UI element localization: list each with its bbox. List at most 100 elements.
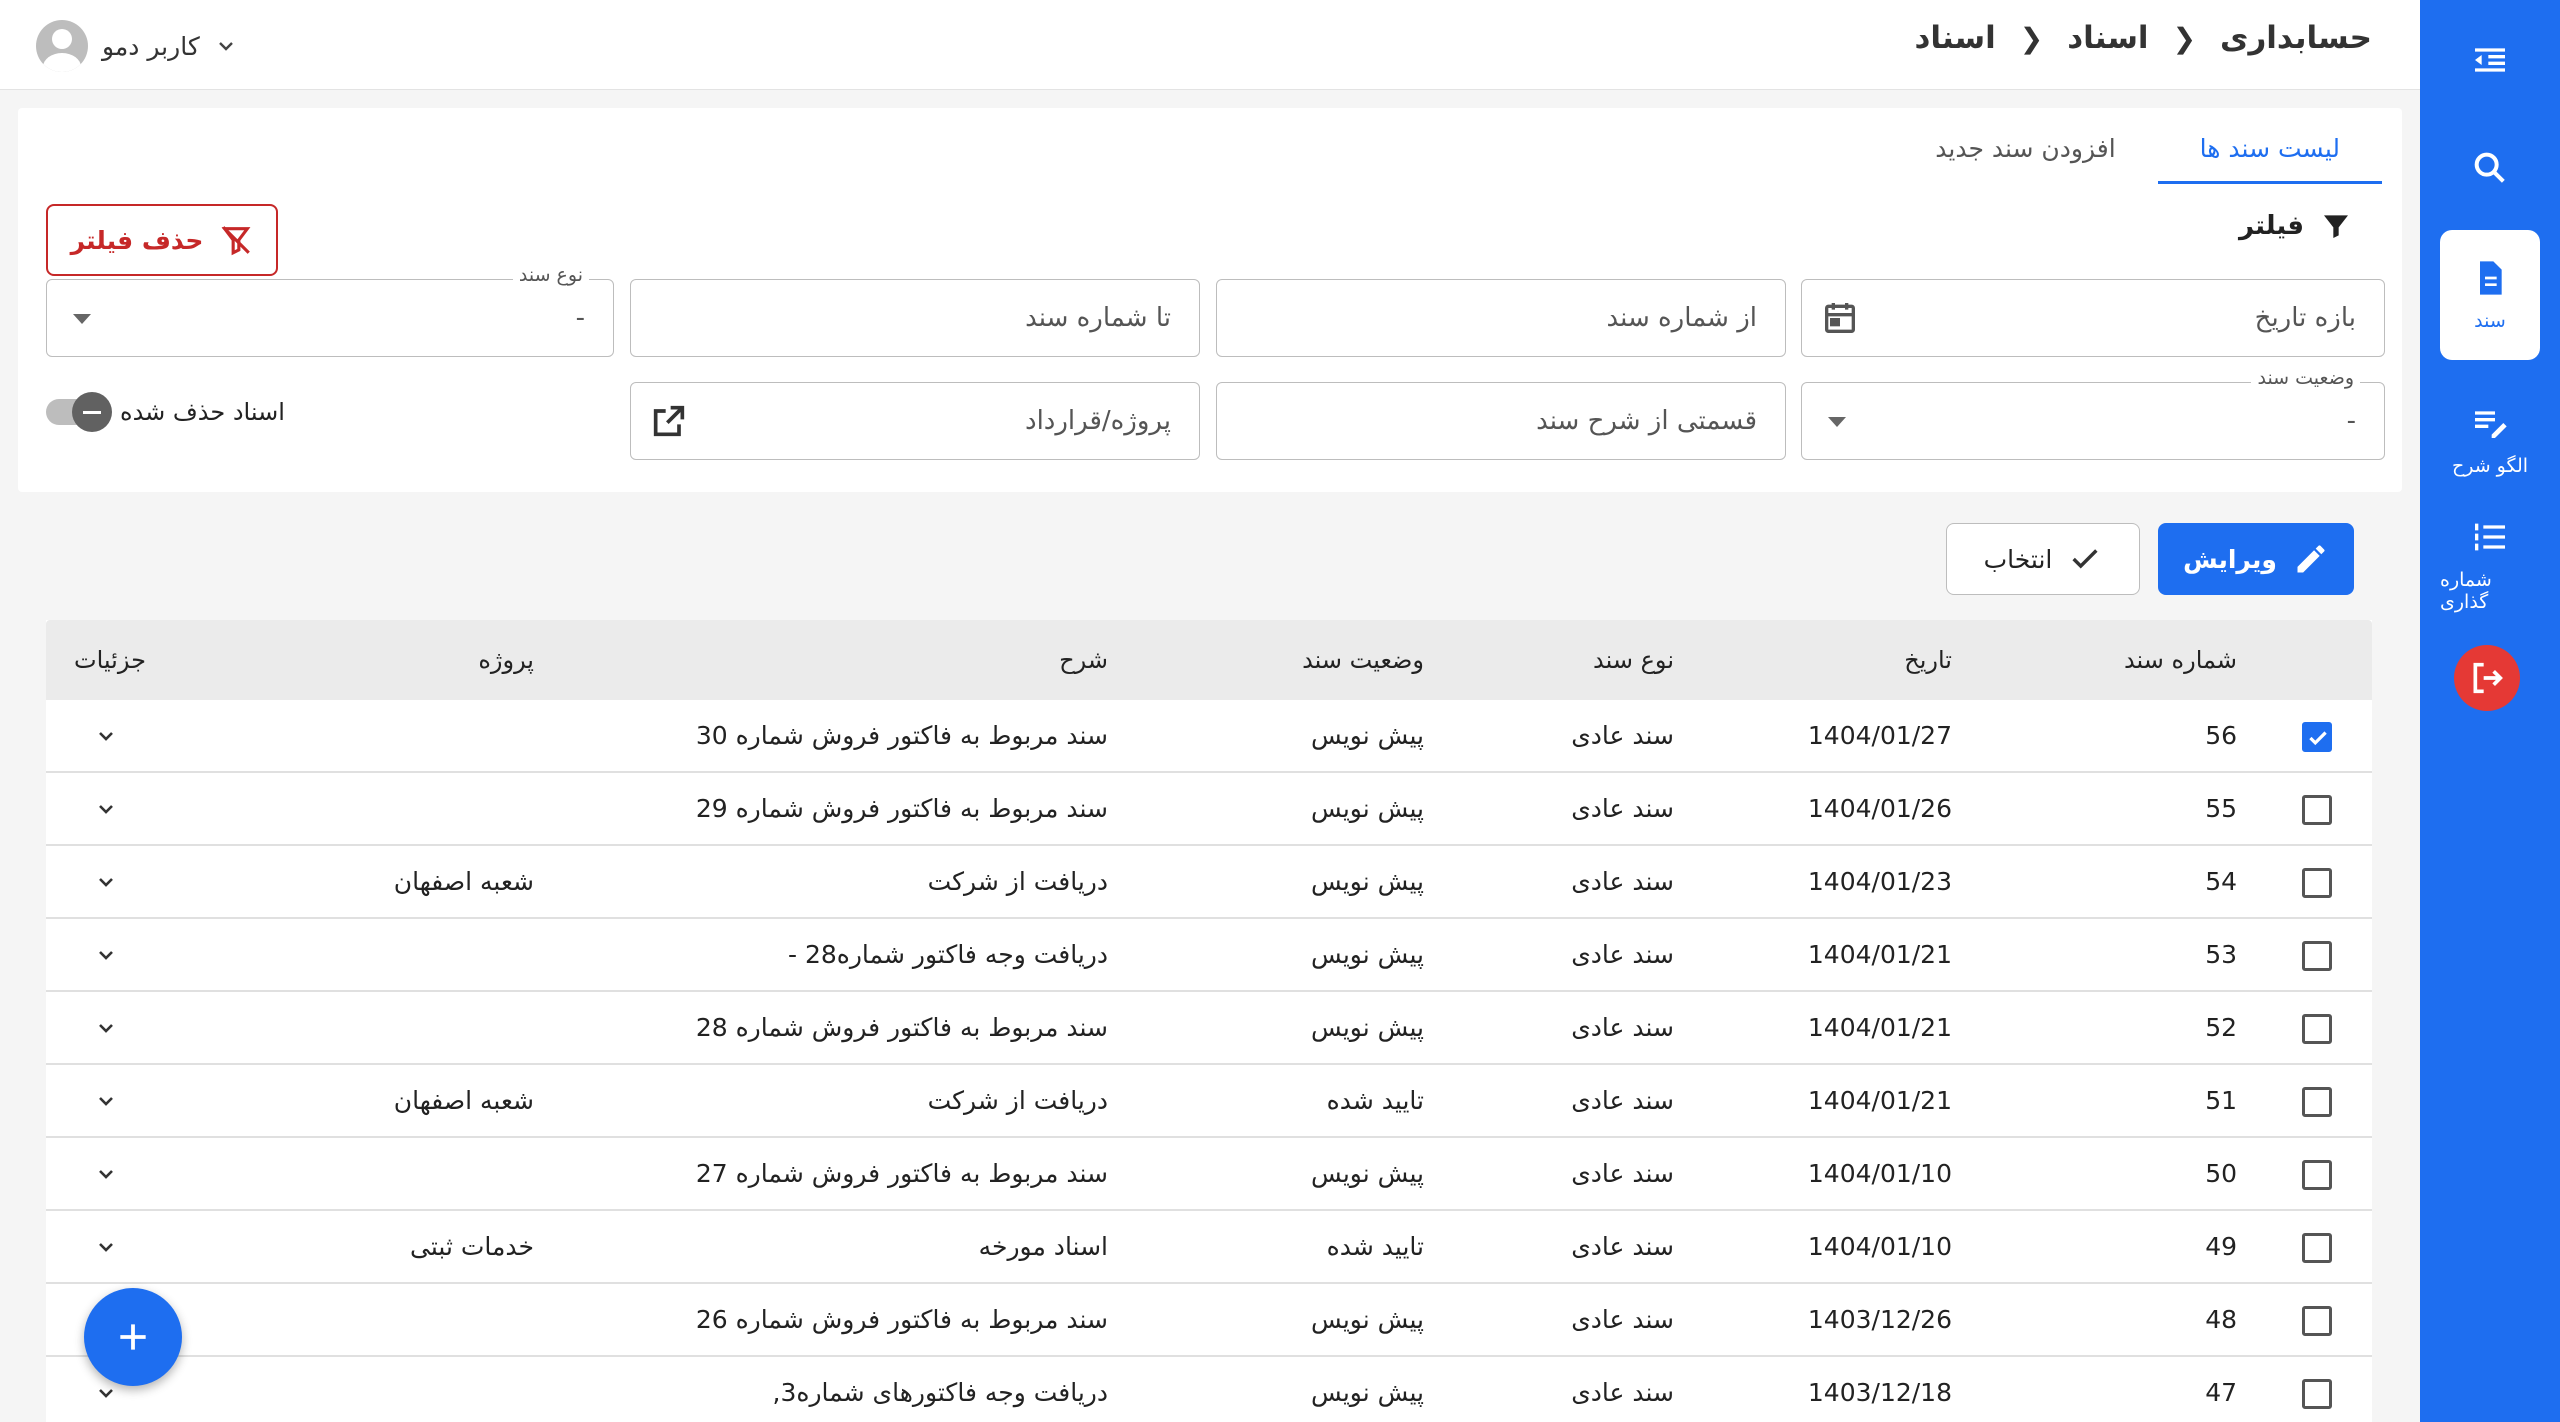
add-document-fab[interactable] [84, 1288, 182, 1386]
open-in-new-icon[interactable] [649, 401, 689, 441]
filter-title: فیلتر [2239, 210, 2352, 242]
column-header-status[interactable]: وضعیت سند [1302, 620, 1424, 700]
expand-row-button[interactable] [94, 724, 118, 748]
expand-row-button[interactable] [94, 943, 118, 967]
row-checkbox[interactable] [2302, 1306, 2332, 1336]
row-checkbox[interactable] [2302, 868, 2332, 898]
user-menu[interactable]: کاربر دمو [36, 20, 238, 72]
cell-type: سند عادی [1571, 721, 1674, 750]
table-row[interactable]: 50 1404/01/10 سند عادی پیش نویس سند مربوط به… [46, 1138, 2372, 1211]
column-header-number[interactable]: شماره سند [2124, 620, 2237, 700]
sidebar-item-label: شماره گذاری [2440, 569, 2492, 613]
sidebar-item-label: سند [2474, 310, 2506, 332]
cell-number: 56 [2205, 721, 2237, 750]
table-row[interactable]: 53 1404/01/21 سند عادی پیش نویس دریافت وجه ف… [46, 919, 2372, 992]
column-header-details: جزئیات [74, 646, 146, 674]
cell-date: 1404/01/27 [1807, 721, 1952, 750]
edit-button[interactable]: ویرایش [2158, 523, 2354, 595]
expand-row-button[interactable] [94, 1162, 118, 1186]
table-row[interactable]: 47 1403/12/18 سند عادی پیش نویس دریافت وجه ف… [46, 1357, 2372, 1422]
chevron-down-icon [99, 1024, 113, 1033]
expand-row-button[interactable] [94, 1381, 118, 1405]
table-body: 56 1404/01/27 سند عادی پیش نویس سند مربوط به… [46, 700, 2372, 1422]
status-label: وضعیت سند [2251, 367, 2360, 389]
breadcrumb: حسابداری ❮ اسناد ❮ اسناد [1914, 20, 2372, 56]
expand-row-button[interactable] [94, 797, 118, 821]
breadcrumb-item[interactable]: اسناد [2067, 20, 2148, 56]
cell-date: 1404/01/10 [1807, 1232, 1952, 1261]
column-header-description[interactable]: شرح [1059, 620, 1108, 700]
chevron-down-icon [99, 1170, 113, 1179]
expand-row-button[interactable] [94, 870, 118, 894]
check-icon [2309, 731, 2327, 746]
expand-row-button[interactable] [94, 1016, 118, 1040]
cell-status: پیش نویس [1310, 1013, 1424, 1042]
row-checkbox[interactable] [2302, 1087, 2332, 1117]
expand-row-button[interactable] [94, 1235, 118, 1259]
table-row[interactable]: 48 1403/12/26 سند عادی پیش نویس سند مربوط به… [46, 1284, 2372, 1357]
breadcrumb-item: اسناد [1914, 20, 1996, 56]
row-checkbox[interactable] [2302, 1379, 2332, 1409]
clear-filter-button[interactable]: حذف فیلتر [46, 204, 278, 276]
tab-add-document[interactable]: افزودن سند جدید [1893, 120, 2157, 184]
cell-status: پیش نویس [1310, 867, 1424, 896]
cell-number: 51 [2205, 1086, 2237, 1115]
chevron-down-icon [99, 805, 113, 814]
sidebar-item-numbering[interactable]: شماره گذاری [2440, 515, 2540, 615]
cell-description: دریافت وجه فاکتور شماره28 - [787, 940, 1108, 969]
tab-document-list[interactable]: لیست سند ها [2157, 120, 2382, 184]
to-number-placeholder: تا شماره سند [1025, 303, 1171, 333]
row-checkbox[interactable] [2302, 1233, 2332, 1263]
table-row[interactable]: 56 1404/01/27 سند عادی پیش نویس سند مربوط به… [46, 700, 2372, 773]
date-range-field[interactable]: بازه تاریخ [1801, 279, 2385, 357]
table-row[interactable]: 52 1404/01/21 سند عادی پیش نویس سند مربوط به… [46, 992, 2372, 1065]
sidebar-item-document[interactable]: سند [2440, 230, 2540, 360]
column-header-date[interactable]: تاریخ [1904, 620, 1952, 700]
plus-icon [120, 1324, 146, 1350]
doc-type-select[interactable]: نوع سند - [46, 264, 614, 357]
expand-row-button[interactable] [94, 1089, 118, 1113]
description-search-field[interactable]: قسمتی از شرح سند [1216, 382, 1786, 460]
cell-description: اسناد مورخه [978, 1232, 1108, 1261]
status-select[interactable]: وضعیت سند - [1801, 367, 2385, 460]
filter-title-label: فیلتر [2238, 211, 2304, 241]
row-checkbox[interactable] [2302, 1160, 2332, 1190]
menu-collapse-button[interactable] [2440, 30, 2540, 90]
table-row[interactable]: 54 1404/01/23 سند عادی پیش نویس دریافت از شر… [46, 846, 2372, 919]
row-checkbox[interactable] [2302, 941, 2332, 971]
row-checkbox[interactable] [2302, 795, 2332, 825]
project-field[interactable]: پروژه/قرارداد [630, 382, 1200, 460]
to-number-field[interactable]: تا شماره سند [630, 279, 1200, 357]
cell-number: 48 [2205, 1305, 2237, 1334]
column-header-project[interactable]: پروژه [478, 620, 534, 700]
chevron-left-icon: ❮ [2019, 21, 2044, 55]
cell-date: 1404/01/21 [1807, 940, 1952, 969]
from-number-field[interactable]: از شماره سند [1216, 279, 1786, 357]
column-header-type[interactable]: نوع سند [1593, 620, 1674, 700]
row-checkbox[interactable] [2302, 1014, 2332, 1044]
calendar-icon[interactable] [1820, 298, 1860, 338]
sidebar-item-description-template[interactable]: الگو شرح [2440, 385, 2540, 495]
chevron-down-icon [99, 878, 113, 887]
cell-date: 1404/01/10 [1807, 1159, 1952, 1188]
cell-date: 1403/12/18 [1807, 1378, 1952, 1407]
select-button[interactable]: انتخاب [1946, 523, 2140, 595]
breadcrumb-item[interactable]: حسابداری [2220, 20, 2372, 56]
table-row[interactable]: 55 1404/01/26 سند عادی پیش نویس سند مربوط به… [46, 773, 2372, 846]
logout-button[interactable] [2454, 645, 2520, 711]
doc-type-label: نوع سند [512, 264, 589, 286]
search-button[interactable] [2440, 138, 2540, 198]
table-row[interactable]: 49 1404/01/10 سند عادی تایید شده اسناد مورخه… [46, 1211, 2372, 1284]
row-checkbox[interactable] [2302, 722, 2332, 752]
menu-collapse-icon [2475, 48, 2505, 72]
cell-number: 55 [2205, 794, 2237, 823]
cell-date: 1404/01/23 [1807, 867, 1952, 896]
cell-number: 52 [2205, 1013, 2237, 1042]
edit-label: ویرایش [2183, 544, 2277, 574]
cell-status: پیش نویس [1310, 1305, 1424, 1334]
cell-type: سند عادی [1571, 867, 1674, 896]
cell-description: سند مربوط به فاکتور فروش شماره 27 [695, 1159, 1108, 1188]
deleted-docs-toggle[interactable] [46, 392, 112, 432]
chevron-down-icon [99, 951, 113, 960]
table-row[interactable]: 51 1404/01/21 سند عادی تایید شده دریافت از ش… [46, 1065, 2372, 1138]
